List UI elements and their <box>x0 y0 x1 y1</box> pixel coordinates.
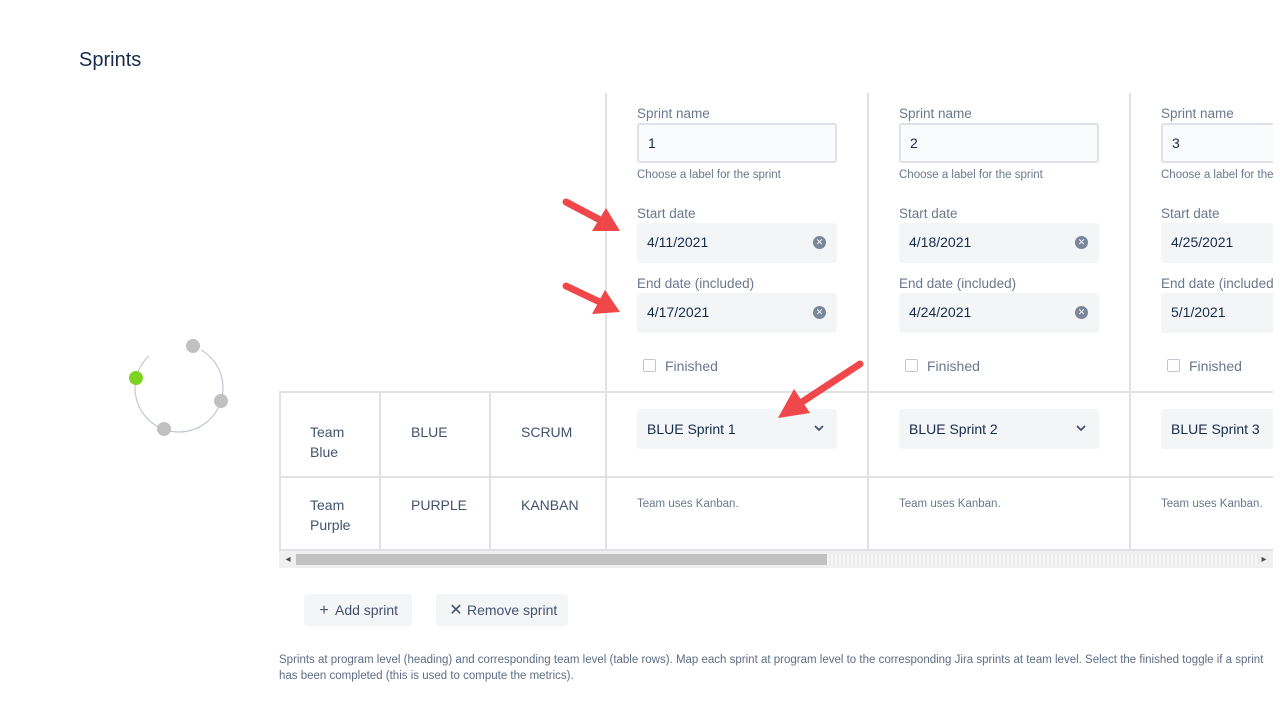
grid-divider <box>1129 93 1131 551</box>
team-sprint-value: BLUE Sprint 3 <box>1171 421 1260 437</box>
end-date-input[interactable]: 4/24/2021 ✕ <box>899 293 1099 333</box>
page-title: Sprints <box>79 49 142 71</box>
sprint-name-input[interactable]: 1 <box>637 123 837 163</box>
start-date-input[interactable]: 4/11/2021 ✕ <box>637 223 837 263</box>
finished-label: Finished <box>927 358 980 374</box>
ring-dot <box>186 339 200 353</box>
start-date-value: 4/11/2021 <box>647 234 709 250</box>
scroll-right-icon[interactable]: ▸ <box>1257 551 1271 568</box>
start-date-value: 4/18/2021 <box>909 234 972 250</box>
team-method: KANBAN <box>521 497 579 513</box>
team-sprint-select[interactable]: BLUE Sprint 3 <box>1161 409 1273 449</box>
sprint-name-help: Choose a label for the sprint <box>899 169 1043 181</box>
clear-icon[interactable]: ✕ <box>813 236 826 249</box>
grid-divider <box>489 391 491 551</box>
sprint-name-label: Sprint name <box>637 106 710 121</box>
grid-divider <box>279 476 1273 478</box>
close-icon: ✕ <box>449 602 463 619</box>
scroll-track[interactable] <box>827 554 1259 565</box>
end-date-label: End date (included) <box>1161 276 1273 291</box>
sprint-mapping-grid: Team Blue BLUE SCRUM Team Purple PURPLE … <box>279 93 1273 569</box>
ring-dot <box>214 394 228 408</box>
finished-checkbox[interactable] <box>1167 359 1180 372</box>
sprint-name-input[interactable]: 2 <box>899 123 1099 163</box>
team-name: Team Blue <box>310 424 345 460</box>
start-date-label: Start date <box>637 206 696 221</box>
add-sprint-button[interactable]: + Add sprint <box>304 594 412 626</box>
start-date-input[interactable]: 4/18/2021 ✕ <box>899 223 1099 263</box>
ring-dot <box>157 422 171 436</box>
kanban-note: Team uses Kanban. <box>637 498 739 510</box>
team-key: PURPLE <box>411 497 468 513</box>
finished-label: Finished <box>1189 358 1242 374</box>
end-date-input[interactable]: 4/17/2021 ✕ <box>637 293 837 333</box>
scroll-thumb[interactable] <box>296 554 827 565</box>
remove-sprint-label: Remove sprint <box>467 602 558 618</box>
team-key: BLUE <box>411 424 448 440</box>
help-footnote: Sprints at program level (heading) and c… <box>279 654 1264 682</box>
annotation-arrow-icon <box>562 282 620 314</box>
annotation-arrow-icon <box>562 198 620 231</box>
start-date-label: Start date <box>899 206 958 221</box>
team-sprint-value: BLUE Sprint 2 <box>909 421 998 437</box>
chevron-down-icon <box>1076 425 1086 431</box>
team-method: SCRUM <box>521 424 573 440</box>
start-date-label: Start date <box>1161 206 1220 221</box>
grid-divider <box>279 391 281 551</box>
sprint-name-input[interactable]: 3 <box>1161 123 1273 163</box>
start-date-value: 4/25/2021 <box>1171 234 1234 250</box>
start-date-input[interactable]: 4/25/2021 ✕ <box>1161 223 1273 263</box>
end-date-value: 4/17/2021 <box>647 304 710 320</box>
progress-ring-icon <box>129 339 228 436</box>
ring-dot-active <box>129 371 143 385</box>
finished-checkbox[interactable] <box>905 359 918 372</box>
team-sprint-select[interactable]: BLUE Sprint 2 <box>899 409 1099 449</box>
grid-divider <box>379 391 381 551</box>
grid-divider <box>867 93 869 551</box>
scroll-left-icon[interactable]: ◂ <box>281 551 295 568</box>
end-date-value: 4/24/2021 <box>909 304 972 320</box>
kanban-note: Team uses Kanban. <box>899 498 1001 510</box>
end-date-input[interactable]: 5/1/2021 ✕ <box>1161 293 1273 333</box>
sprint-name-help: Choose a label for the sprint <box>1161 169 1273 181</box>
plus-icon: + <box>319 602 329 619</box>
team-name: Team Purple <box>310 497 351 533</box>
clear-icon[interactable]: ✕ <box>813 306 826 319</box>
annotation-arrow-icon <box>778 360 864 418</box>
clear-icon[interactable]: ✕ <box>1075 306 1088 319</box>
sprint-name-label: Sprint name <box>899 106 972 121</box>
end-date-value: 5/1/2021 <box>1171 304 1226 320</box>
clear-icon[interactable]: ✕ <box>1075 236 1088 249</box>
finished-checkbox[interactable] <box>643 359 656 372</box>
remove-sprint-button[interactable]: ✕ Remove sprint <box>436 594 568 626</box>
sprint-name-help: Choose a label for the sprint <box>637 169 781 181</box>
add-sprint-label: Add sprint <box>335 602 399 618</box>
team-sprint-value: BLUE Sprint 1 <box>647 421 736 437</box>
sprint-name-label: Sprint name <box>1161 106 1234 121</box>
end-date-label: End date (included) <box>637 276 755 291</box>
grid-divider <box>605 93 607 551</box>
kanban-note: Team uses Kanban. <box>1161 498 1263 510</box>
end-date-label: End date (included) <box>899 276 1017 291</box>
horizontal-scrollbar[interactable]: ◂ ▸ <box>279 551 1273 568</box>
finished-label: Finished <box>665 358 718 374</box>
